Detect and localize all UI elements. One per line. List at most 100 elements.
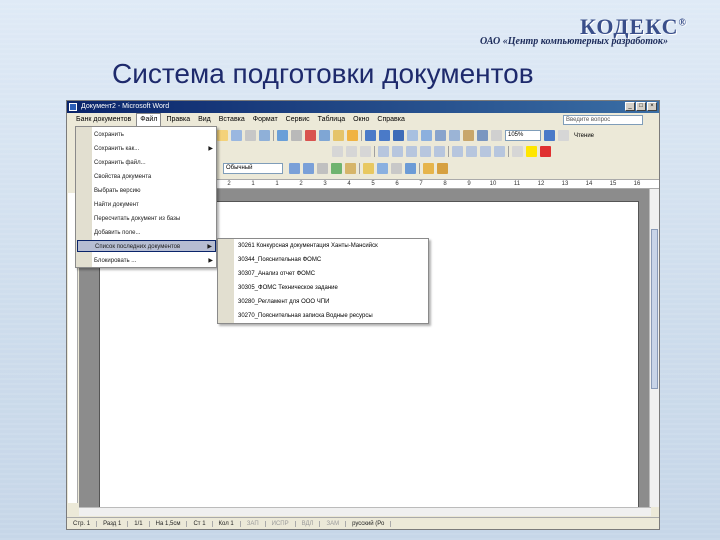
go-icon[interactable] <box>377 163 388 174</box>
align-center-icon[interactable] <box>392 146 403 157</box>
align-right-icon[interactable] <box>406 146 417 157</box>
recent-document-item[interactable]: 30305_ФОМС Техническое задание <box>238 281 338 295</box>
cut-icon[interactable] <box>305 130 316 141</box>
help-icon[interactable] <box>544 130 555 141</box>
menu-view[interactable]: Вид <box>195 114 214 126</box>
menu-item-properties[interactable]: Свойства документа <box>94 171 216 183</box>
paste-icon[interactable] <box>333 130 344 141</box>
menu-item-recent-documents[interactable]: Список последних документов ▶ <box>77 240 216 252</box>
ask-question-input[interactable]: Введите вопрос <box>563 115 643 125</box>
open-folder-icon[interactable] <box>423 163 434 174</box>
redo-icon[interactable] <box>379 130 390 141</box>
separator <box>508 146 509 157</box>
increase-indent-icon[interactable] <box>494 146 505 157</box>
spelling-icon[interactable] <box>277 130 288 141</box>
back-icon[interactable] <box>289 163 300 174</box>
show-hide-icon[interactable] <box>491 130 502 141</box>
recent-document-item[interactable]: 30344_Пояснительная ФОМС <box>238 253 321 267</box>
bullets-icon[interactable] <box>466 146 477 157</box>
horizontal-scrollbar[interactable] <box>79 507 651 516</box>
status-record[interactable]: ЗАП <box>241 520 266 527</box>
status-track-changes[interactable]: ИСПР <box>266 520 296 527</box>
stop-icon[interactable] <box>317 163 328 174</box>
highlight-icon[interactable] <box>526 146 537 157</box>
close-button[interactable]: × <box>647 102 657 111</box>
decrease-indent-icon[interactable] <box>480 146 491 157</box>
scrollbar-thumb[interactable] <box>651 229 658 389</box>
excel-icon[interactable] <box>435 130 446 141</box>
recent-documents-submenu: 30261 Конкурсная документация Ханты-Манс… <box>217 238 429 324</box>
recent-document-item[interactable]: 30270_Пояснительная записка Водные ресур… <box>238 309 373 323</box>
menu-table[interactable]: Таблица <box>315 114 348 126</box>
recent-document-item[interactable]: 30261 Конкурсная документация Ханты-Манс… <box>238 239 378 253</box>
home-icon[interactable] <box>345 163 356 174</box>
menu-item-save-file[interactable]: Сохранить файл... <box>94 157 216 169</box>
italic-icon[interactable] <box>346 146 357 157</box>
justify-icon[interactable] <box>420 146 431 157</box>
columns-icon[interactable] <box>449 130 460 141</box>
hyperlink-icon[interactable] <box>393 130 404 141</box>
style-select[interactable]: Обычный <box>223 163 283 174</box>
bold-icon[interactable] <box>332 146 343 157</box>
menu-window[interactable]: Окно <box>350 114 372 126</box>
drawing-icon[interactable] <box>463 130 474 141</box>
menu-format[interactable]: Формат <box>250 114 281 126</box>
menu-help[interactable]: Справка <box>374 114 407 126</box>
align-left-icon[interactable] <box>378 146 389 157</box>
zoom-select[interactable]: 105% <box>505 130 541 141</box>
document-map-icon[interactable] <box>477 130 488 141</box>
font-color-icon[interactable] <box>540 146 551 157</box>
vertical-scrollbar[interactable] <box>649 189 659 507</box>
underline-icon[interactable] <box>360 146 371 157</box>
ruler-tick: 5 <box>371 181 375 187</box>
ruler-tick: 1 <box>251 181 255 187</box>
favorites-icon[interactable] <box>363 163 374 174</box>
tables-icon[interactable] <box>407 130 418 141</box>
recent-document-item[interactable]: 30280_Регламент для ООО ЧПИ <box>238 295 329 309</box>
print-icon[interactable] <box>245 130 256 141</box>
menu-bank-documents[interactable]: Банк документов <box>73 114 134 126</box>
ruler-tick: 8 <box>443 181 447 187</box>
horizontal-ruler[interactable]: 2 1 1 2 3 4 5 6 7 8 9 10 11 12 13 14 15 … <box>217 179 659 189</box>
undo-icon[interactable] <box>365 130 376 141</box>
menu-item-recalculate[interactable]: Пересчитать документ из базы <box>94 213 216 225</box>
menu-item-save-as[interactable]: Сохранить как... ▶ <box>94 143 216 155</box>
insert-table-icon[interactable] <box>421 130 432 141</box>
status-column: Кол 1 <box>213 520 241 527</box>
recent-document-item[interactable]: 30307_Анализ отчет ФОМС <box>238 267 315 281</box>
copy-icon[interactable] <box>319 130 330 141</box>
standard-toolbar: 105% Чтение <box>217 128 596 143</box>
ruler-tick: 11 <box>513 181 521 187</box>
refresh-icon[interactable] <box>331 163 342 174</box>
read-button[interactable]: Чтение <box>572 133 596 139</box>
menu-item-find-document[interactable]: Найти документ <box>94 199 216 211</box>
window-titlebar[interactable]: Документ2 - Microsoft Word _ □ × <box>67 101 659 113</box>
save-icon[interactable] <box>217 130 228 141</box>
menu-item-add-field[interactable]: Добавить поле... <box>94 227 216 239</box>
menu-item-select-version[interactable]: Выбрать версию <box>94 185 216 197</box>
show-web-icon[interactable] <box>391 163 402 174</box>
maximize-button[interactable]: □ <box>636 102 646 111</box>
company-name: ОАО «Центр компьютерных разработок» <box>480 36 668 47</box>
menu-file[interactable]: Файл <box>136 113 162 126</box>
format-painter-icon[interactable] <box>347 130 358 141</box>
menu-item-lock[interactable]: Блокировать ... ▶ <box>94 255 216 267</box>
forward-icon[interactable] <box>303 163 314 174</box>
status-extend[interactable]: ВДЛ <box>296 520 321 527</box>
minimize-button[interactable]: _ <box>625 102 635 111</box>
menu-insert[interactable]: Вставка <box>216 114 248 126</box>
research-icon[interactable] <box>291 130 302 141</box>
preview-icon[interactable] <box>259 130 270 141</box>
separator <box>273 130 274 141</box>
permission-icon[interactable] <box>231 130 242 141</box>
menu-edit[interactable]: Правка <box>163 114 193 126</box>
menu-item-save[interactable]: Сохранить <box>94 129 216 141</box>
line-spacing-icon[interactable] <box>434 146 445 157</box>
menu-tools[interactable]: Сервис <box>283 114 313 126</box>
address-icon[interactable] <box>405 163 416 174</box>
reviewing-toolbar-tools <box>289 161 448 176</box>
borders-icon[interactable] <box>512 146 523 157</box>
attach-icon[interactable] <box>437 163 448 174</box>
numbering-icon[interactable] <box>452 146 463 157</box>
status-overtype[interactable]: ЗАМ <box>320 520 347 527</box>
